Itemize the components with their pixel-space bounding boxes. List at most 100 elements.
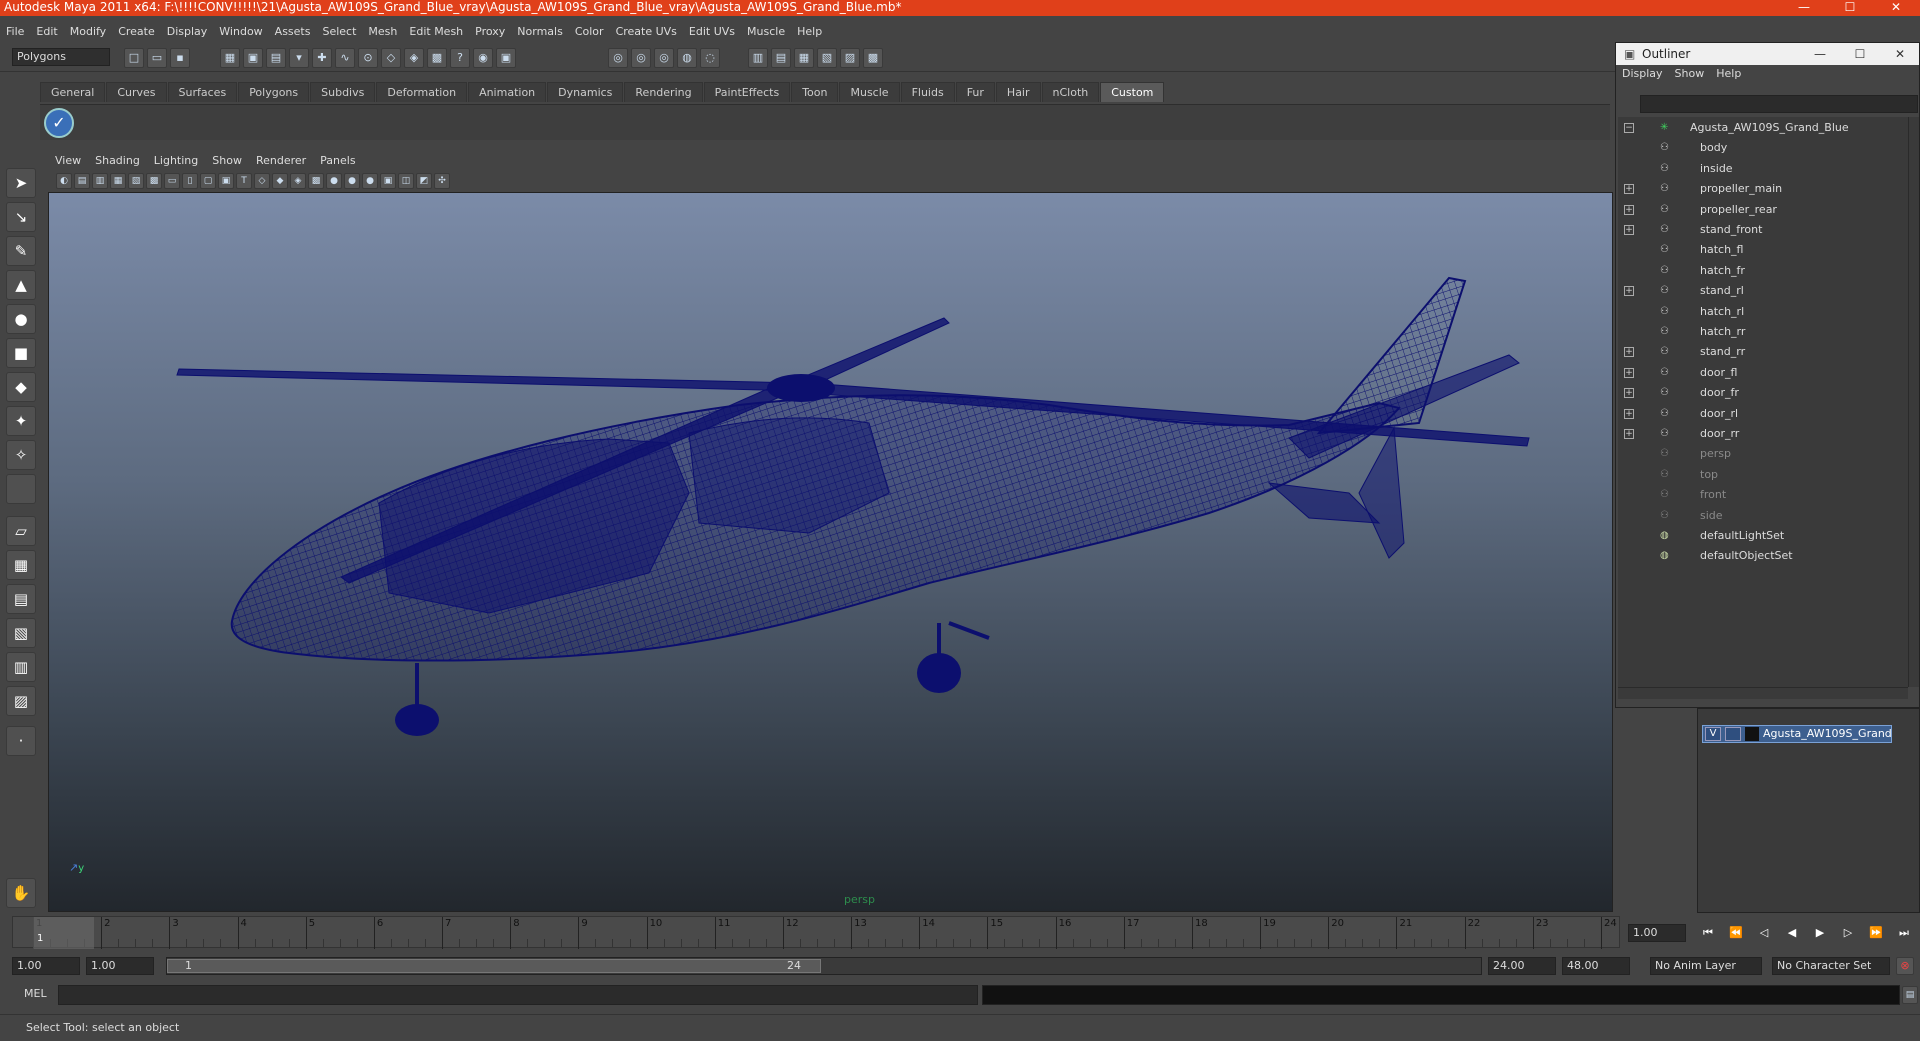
snap-grid-icon[interactable]: ✚ <box>312 48 332 68</box>
outliner-item[interactable]: + ⚇ door_fl <box>1618 364 1908 382</box>
render-view-icon[interactable]: ◌ <box>700 48 720 68</box>
film-gate-icon[interactable]: ▭ <box>164 173 180 189</box>
ipr-render-icon[interactable]: ◎ <box>631 48 651 68</box>
go-to-start-icon[interactable]: ⏮ <box>1698 924 1718 942</box>
outliner-item[interactable]: ⚇ hatch_rl <box>1618 303 1908 321</box>
outliner-item[interactable]: ⚇ top <box>1618 466 1908 484</box>
layer-visibility-toggle[interactable]: V <box>1705 727 1721 741</box>
outliner-item[interactable]: ⚇ body <box>1618 139 1908 157</box>
shelf-tab-toon[interactable]: Toon <box>791 82 839 102</box>
shelf-tab-curves[interactable]: Curves <box>106 82 167 102</box>
panel-layout-icon[interactable]: ▨ <box>840 48 860 68</box>
menu-edit[interactable]: Edit <box>30 22 63 42</box>
outliner-item[interactable]: + ⚇ propeller_rear <box>1618 201 1908 219</box>
four-view-layout-icon[interactable]: ▦ <box>6 550 36 580</box>
menu-normals[interactable]: Normals <box>511 22 569 42</box>
layer-color-swatch[interactable] <box>1745 727 1759 741</box>
snap-live-icon[interactable]: ◈ <box>404 48 424 68</box>
outliner-item[interactable]: ◍ defaultLightSet <box>1618 527 1908 545</box>
attribute-editor-icon[interactable]: ▤ <box>771 48 791 68</box>
checkmark-icon[interactable]: ✓ <box>44 108 74 138</box>
menu-color[interactable]: Color <box>569 22 610 42</box>
expand-icon[interactable]: + <box>1624 184 1634 195</box>
backface-culling-icon[interactable]: ◩ <box>416 173 432 189</box>
shelf-tab-surfaces[interactable]: Surfaces <box>167 82 238 102</box>
outliner-item[interactable]: ◍ defaultObjectSet <box>1618 547 1908 565</box>
outliner-item[interactable]: ⚇ side <box>1618 507 1908 525</box>
shelf-tab-general[interactable]: General <box>40 82 106 102</box>
expand-icon[interactable]: + <box>1624 225 1634 235</box>
range-slider-handle[interactable] <box>167 959 821 973</box>
snap-curve-icon[interactable]: ∿ <box>335 48 355 68</box>
wireframe-shading-icon[interactable]: ◇ <box>254 173 270 189</box>
panel-menu-renderer[interactable]: Renderer <box>249 152 313 170</box>
rotate-tool-icon[interactable]: ● <box>6 304 36 334</box>
outliner-maximize-button[interactable]: ☐ <box>1846 43 1874 65</box>
script-editor-icon[interactable]: ▤ <box>1902 986 1918 1004</box>
camera-attributes-icon[interactable]: ◐ <box>56 173 72 189</box>
outliner-item[interactable]: + ⚇ propeller_main <box>1618 180 1908 198</box>
shelf-tab-ncloth[interactable]: nCloth <box>1041 82 1100 102</box>
lasso-tool-icon[interactable]: ↘ <box>6 202 36 232</box>
outliner-layout-icon[interactable]: ▤ <box>6 584 36 614</box>
outliner-item[interactable]: + ⚇ stand_rl <box>1618 282 1908 300</box>
show-manipulator-icon[interactable]: ✧ <box>6 440 36 470</box>
menu-assets[interactable]: Assets <box>269 22 317 42</box>
range-slider[interactable]: 1 24 <box>166 957 1482 975</box>
menu-display[interactable]: Display <box>161 22 214 42</box>
expand-icon[interactable]: + <box>1624 367 1634 378</box>
camera-book-icon[interactable]: ▤ <box>74 173 90 189</box>
play-forwards-icon[interactable]: ▶ <box>1810 924 1830 942</box>
outliner-item[interactable]: − ✳ Agusta_AW109S_Grand_Blue <box>1618 119 1908 137</box>
texture-text-icon[interactable]: T <box>236 173 252 189</box>
animation-start-field[interactable]: 1.00 <box>12 957 80 975</box>
outliner-horizontal-scrollbar[interactable] <box>1618 687 1908 699</box>
menu-file[interactable]: File <box>0 22 30 42</box>
outliner-item[interactable]: + ⚇ door_rr <box>1618 425 1908 443</box>
outliner-close-button[interactable]: ✕ <box>1886 43 1914 65</box>
scale-tool-icon[interactable]: ■ <box>6 338 36 368</box>
history-icon[interactable]: ▣ <box>496 48 516 68</box>
render-settings-icon[interactable]: ◎ <box>654 48 674 68</box>
outliner-item[interactable]: ⚇ persp <box>1618 445 1908 463</box>
menu-muscle[interactable]: Muscle <box>741 22 791 42</box>
select-object-icon[interactable]: ▣ <box>243 48 263 68</box>
close-button[interactable]: ✕ <box>1882 0 1910 16</box>
channel-control-icon[interactable]: ✋ <box>6 878 36 908</box>
menu-edit-mesh[interactable]: Edit Mesh <box>403 22 469 42</box>
hypershade-icon[interactable]: ◍ <box>677 48 697 68</box>
render-icon[interactable]: ▩ <box>427 48 447 68</box>
select-tool-icon[interactable]: ➤ <box>6 168 36 198</box>
layer-playback-toggle[interactable] <box>1725 727 1741 741</box>
outliner-item[interactable]: + ⚇ door_rl <box>1618 405 1908 423</box>
outliner-item[interactable]: ⚇ hatch_fl <box>1618 241 1908 259</box>
command-language-label[interactable]: MEL <box>24 987 47 1000</box>
default-light-icon[interactable]: ● <box>326 173 342 189</box>
panel-menu-shading[interactable]: Shading <box>88 152 147 170</box>
panel-menu-panels[interactable]: Panels <box>313 152 362 170</box>
expand-icon[interactable]: + <box>1624 388 1634 399</box>
play-backwards-icon[interactable]: ◀ <box>1782 924 1802 942</box>
lock-icon[interactable]: ◉ <box>473 48 493 68</box>
smooth-shading-icon[interactable]: ◆ <box>272 173 288 189</box>
flat-shading-icon[interactable]: ◈ <box>290 173 306 189</box>
shelf-tab-muscle[interactable]: Muscle <box>839 82 900 102</box>
outliner-list[interactable]: − ✳ Agusta_AW109S_Grand_Blue ⚇ body ⚇ inside + ⚇… <box>1618 117 1908 687</box>
graph-layout-icon[interactable]: ▧ <box>6 618 36 648</box>
layer-editor-icon[interactable]: ▧ <box>817 48 837 68</box>
shelf-tab-polygons[interactable]: Polygons <box>238 82 310 102</box>
outliner-filter-input[interactable] <box>1640 95 1918 113</box>
bookmark-icon[interactable]: ▧ <box>128 173 144 189</box>
command-input[interactable] <box>58 985 978 1005</box>
select-component-icon[interactable]: ▤ <box>266 48 286 68</box>
step-forward-key-icon[interactable]: ⏩ <box>1866 924 1886 942</box>
viewport-persp[interactable]: ↗y persp <box>48 192 1613 912</box>
playback-start-field[interactable]: 1.00 <box>86 957 154 975</box>
menu-window[interactable]: Window <box>213 22 268 42</box>
image-plane-icon[interactable]: ▦ <box>110 173 126 189</box>
tool-settings-icon[interactable]: ▦ <box>794 48 814 68</box>
move-tool-icon[interactable]: ▲ <box>6 270 36 300</box>
grid-toggle-icon[interactable]: ▩ <box>146 173 162 189</box>
outliner-item[interactable]: ⚇ hatch_rr <box>1618 323 1908 341</box>
camera-lock-icon[interactable]: ▥ <box>92 173 108 189</box>
